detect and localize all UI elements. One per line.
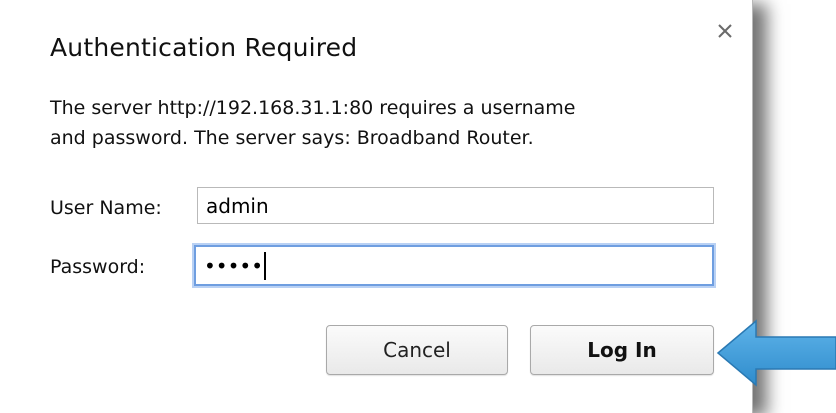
- cancel-button[interactable]: Cancel: [326, 325, 508, 375]
- text-caret: [263, 251, 266, 280]
- close-icon: [718, 24, 732, 38]
- dialog-message: The server http://192.168.31.1:80 requir…: [50, 93, 710, 153]
- username-value: admin: [206, 193, 269, 218]
- username-label: User Name:: [50, 197, 162, 219]
- username-input[interactable]: admin: [197, 187, 714, 224]
- pointer-arrow-icon: [716, 319, 836, 387]
- password-input[interactable]: •••••: [194, 245, 714, 286]
- screenshot-stage: Authentication Required The server http:…: [0, 0, 836, 413]
- login-button[interactable]: Log In: [530, 325, 714, 375]
- auth-dialog: Authentication Required The server http:…: [0, 0, 753, 413]
- dialog-title: Authentication Required: [50, 33, 358, 62]
- password-value: •••••: [204, 253, 263, 278]
- password-label: Password:: [50, 256, 146, 278]
- message-line-2: and password. The server says: Broadband…: [50, 127, 534, 149]
- close-button[interactable]: [712, 18, 738, 44]
- message-line-1: The server http://192.168.31.1:80 requir…: [50, 97, 576, 119]
